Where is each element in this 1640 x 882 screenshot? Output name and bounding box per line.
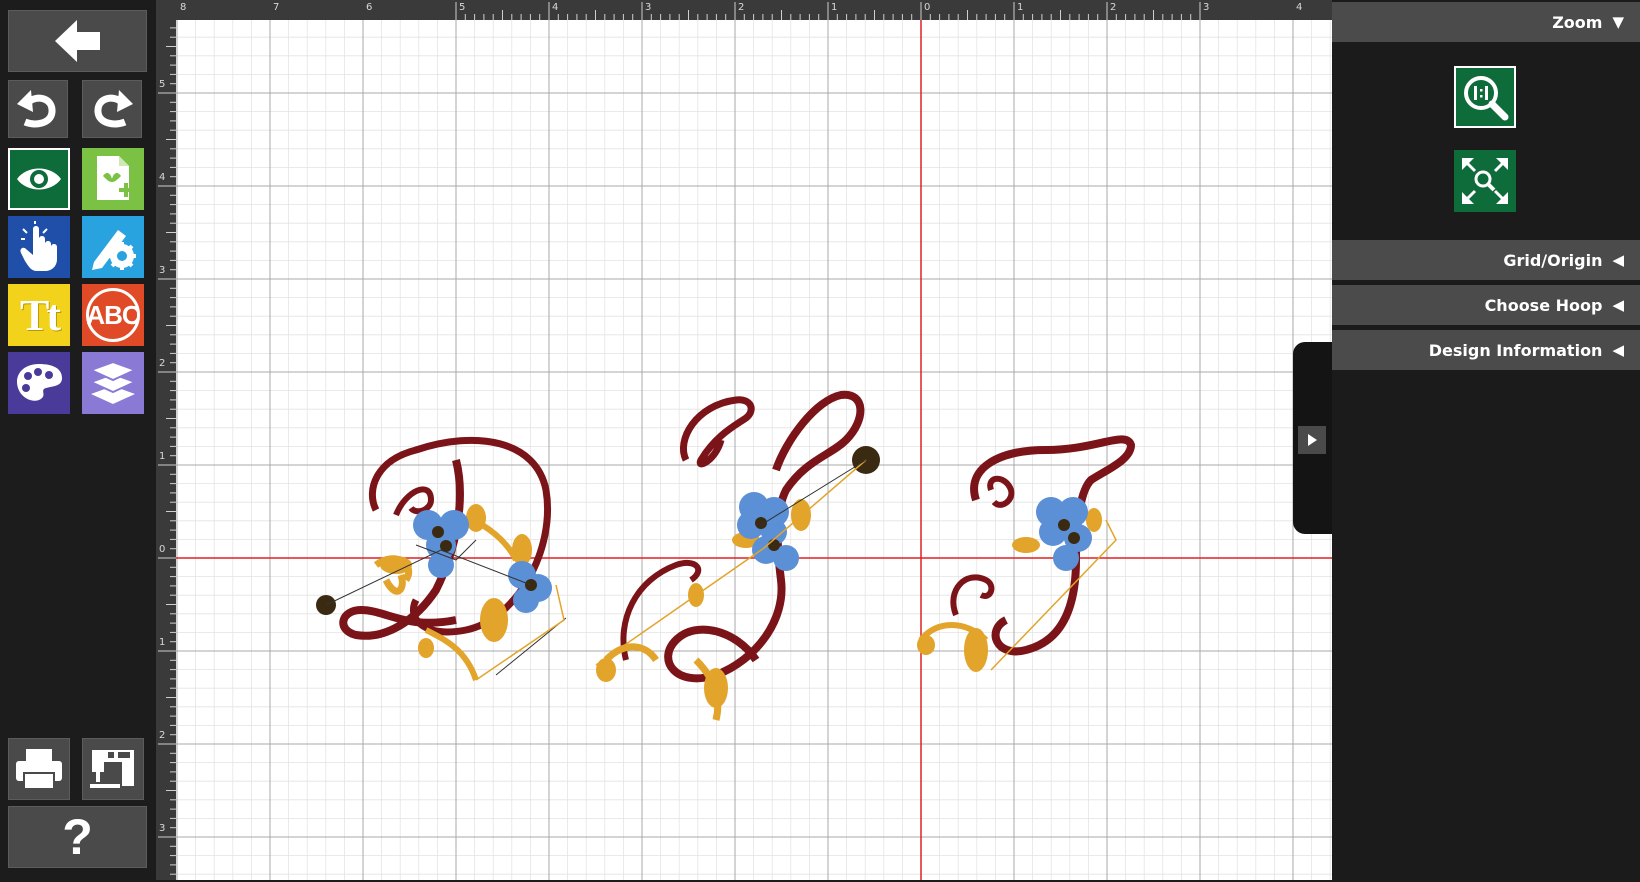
palette-icon [16,364,63,401]
vertical-ruler: 5 4 3 2 1 0 1 2 3 [156,20,176,880]
hand-pointer-icon [20,221,57,271]
ruler-label: 2 [738,2,745,13]
ruler-label: 3 [645,2,652,13]
back-button[interactable] [8,10,147,72]
design-canvas[interactable] [176,20,1332,880]
ruler-label: 0 [924,2,931,13]
undo-icon [17,90,56,128]
printer-icon [16,749,62,790]
back-arrow-icon [54,20,100,62]
print-button[interactable] [8,738,70,800]
zoom-section-header[interactable]: Zoom ▼ [1332,2,1640,42]
add-design-icon [97,156,133,200]
ruler-label: 5 [159,79,166,90]
ruler-label: 2 [1110,2,1117,13]
ruler-label: 4 [552,2,559,13]
app-window: Tt ABC ? 8 7 6 5 4 3 2 1 0 1 2 3 4 5 4 3… [0,0,1640,882]
design-information-section-header[interactable]: Design Information ◀ [1332,330,1640,370]
zoom-section-label: Zoom [1552,12,1603,32]
choose-hoop-section-header[interactable]: Choose Hoop ◀ [1332,285,1640,325]
send-to-machine-button[interactable] [82,738,144,800]
help-button[interactable]: ? [8,806,147,868]
ruler-label: 7 [273,2,280,13]
preview-button[interactable] [8,148,70,210]
select-button[interactable] [8,216,70,278]
zoom-actual-size-button[interactable] [1454,66,1516,128]
ruler-label: 1 [831,2,838,13]
hoop-grid [176,20,1332,880]
pencil-gear-icon [92,230,136,270]
zoom-fit-button[interactable] [1454,150,1516,212]
left-toolbar: Tt ABC ? [0,0,155,882]
monogram-tool-label: ABC [86,288,141,342]
edit-button[interactable] [82,216,144,278]
zoom-fit-icon [1462,158,1508,204]
help-label: ? [62,809,93,865]
ruler-label: 1 [159,637,166,648]
ruler-label: 1 [159,451,166,462]
chevron-down-icon: ▼ [1612,13,1624,31]
ruler-label: 3 [159,265,166,276]
text-button[interactable]: Tt [8,284,70,346]
chevron-left-icon: ◀ [1612,251,1624,269]
ruler-label: 6 [366,2,373,13]
add-design-button[interactable] [82,148,144,210]
ruler-label: 1 [1017,2,1024,13]
ruler-label: 3 [1203,2,1210,13]
ruler-label: 5 [459,2,466,13]
undo-button[interactable] [8,80,68,138]
color-button[interactable] [8,352,70,414]
right-panel: Zoom ▼ Grid/Origin ◀ Choose Hoop ◀ Desig… [1332,0,1640,882]
ruler-label: 2 [159,730,166,741]
layers-icon [89,360,137,404]
ruler-label: 0 [159,544,166,555]
ruler-ticks [158,27,176,875]
ruler-label: 2 [159,358,166,369]
grid-origin-section-label: Grid/Origin [1503,250,1603,270]
grid-origin-section-header[interactable]: Grid/Origin ◀ [1332,240,1640,280]
panel-toggle-button[interactable] [1298,426,1326,454]
chevron-right-icon [1308,434,1317,446]
ruler-label: 4 [159,172,166,183]
layers-button[interactable] [82,352,144,414]
zoom-actual-size-icon [1464,76,1509,121]
sewing-machine-icon [90,750,134,788]
design-information-section-label: Design Information [1428,340,1603,360]
text-tool-label: Tt [20,290,61,340]
ruler-label: 3 [159,823,166,834]
ruler-label: 8 [180,2,187,13]
ruler-label: 4 [1296,2,1303,13]
horizontal-ruler: 8 7 6 5 4 3 2 1 0 1 2 3 4 [156,0,1332,20]
redo-button[interactable] [82,80,142,138]
redo-icon [94,90,133,128]
eye-icon [17,168,61,190]
monogram-button[interactable]: ABC [82,284,144,346]
choose-hoop-section-label: Choose Hoop [1484,295,1603,315]
chevron-left-icon: ◀ [1612,341,1624,359]
chevron-left-icon: ◀ [1612,296,1624,314]
